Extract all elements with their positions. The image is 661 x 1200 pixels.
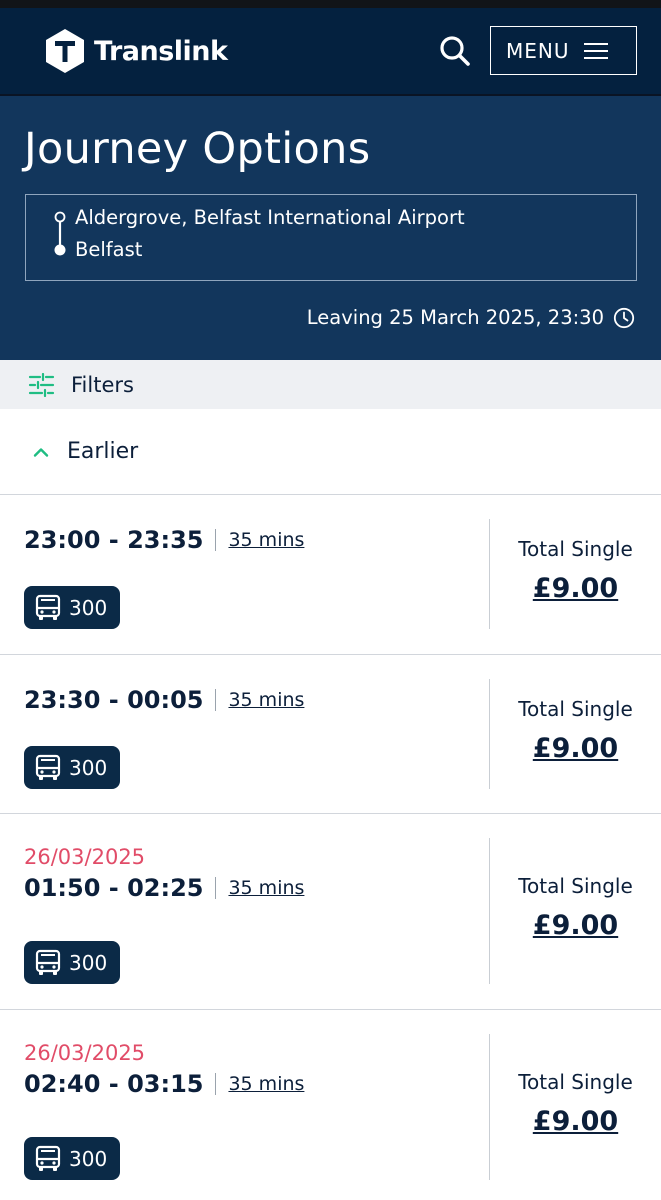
translink-logo-icon xyxy=(46,29,84,73)
hamburger-icon xyxy=(583,42,608,59)
divider xyxy=(215,1073,217,1095)
fare-label: Total Single xyxy=(518,697,633,721)
fare-info: Total Single £9.00 xyxy=(490,874,661,941)
brand-name: Translink xyxy=(94,35,228,67)
journey-duration-link[interactable]: 35 mins xyxy=(228,1073,304,1095)
route-number: 300 xyxy=(69,595,108,620)
route-line-icon xyxy=(54,211,66,256)
sliders-icon xyxy=(28,372,55,397)
search-button[interactable] xyxy=(436,32,474,70)
origin-stop: Aldergrove, Belfast International Airpor… xyxy=(75,206,465,229)
bus-icon xyxy=(35,949,61,975)
fare-label: Total Single xyxy=(518,874,633,898)
menu-button[interactable]: MENU xyxy=(490,26,637,75)
status-strip xyxy=(0,0,661,8)
chevron-up-icon xyxy=(33,447,49,457)
journey-times: 23:30 - 00:05 xyxy=(24,686,204,714)
journey-times: 23:00 - 23:35 xyxy=(24,526,204,554)
fare-info: Total Single £9.00 xyxy=(490,537,661,604)
divider xyxy=(215,689,217,711)
journey-duration-link[interactable]: 35 mins xyxy=(228,877,304,899)
route-number: 300 xyxy=(69,755,108,780)
route-badge: 300 xyxy=(24,586,120,629)
destination-stop: Belfast xyxy=(75,238,143,261)
route-number: 300 xyxy=(69,1146,108,1171)
journey-card[interactable]: 23:00 - 23:35 35 mins 300 Total Single £… xyxy=(0,495,661,655)
journey-card[interactable]: 23:30 - 00:05 35 mins 300 Total Single £… xyxy=(0,655,661,814)
clock-icon xyxy=(613,307,635,328)
fare-info: Total Single £9.00 xyxy=(490,1070,661,1137)
earlier-button[interactable]: Earlier xyxy=(0,409,661,495)
departure-time[interactable]: Leaving 25 March 2025, 23:30 xyxy=(307,306,635,329)
site-header: Translink MENU xyxy=(0,8,661,96)
translink-logo[interactable]: Translink xyxy=(44,28,228,74)
journey-date: 26/03/2025 xyxy=(24,1041,146,1065)
route-badge: 300 xyxy=(24,941,120,984)
fare-info: Total Single £9.00 xyxy=(490,697,661,764)
journey-times: 02:40 - 03:15 xyxy=(24,1070,204,1098)
filters-label: Filters xyxy=(71,372,134,397)
earlier-label: Earlier xyxy=(67,439,139,464)
route-number: 300 xyxy=(69,950,108,975)
fare-price-link[interactable]: £9.00 xyxy=(490,1106,661,1137)
divider xyxy=(215,877,217,899)
bus-icon xyxy=(35,594,61,620)
journey-info: 23:30 - 00:05 35 mins xyxy=(24,684,304,716)
journey-info: 23:00 - 23:35 35 mins xyxy=(24,524,304,556)
menu-label: MENU xyxy=(506,38,570,63)
journey-times: 01:50 - 02:25 xyxy=(24,874,204,902)
divider xyxy=(215,529,217,551)
bus-icon xyxy=(35,754,61,780)
route-badge: 300 xyxy=(24,1137,120,1180)
journey-date: 26/03/2025 xyxy=(24,845,146,869)
bus-icon xyxy=(35,1145,61,1171)
search-icon xyxy=(440,36,470,66)
journey-info: 26/03/2025 01:50 - 02:25 35 mins xyxy=(24,844,304,904)
journey-summary: Journey Options Aldergrove, Belfast Inte… xyxy=(0,96,661,360)
journey-duration-link[interactable]: 35 mins xyxy=(228,689,304,711)
journey-card[interactable]: 26/03/2025 02:40 - 03:15 35 mins 300 Tot… xyxy=(0,1010,661,1200)
page-title: Journey Options xyxy=(24,124,371,174)
journey-info: 26/03/2025 02:40 - 03:15 35 mins xyxy=(24,1040,304,1100)
route-box[interactable]: Aldergrove, Belfast International Airpor… xyxy=(25,194,637,281)
fare-label: Total Single xyxy=(518,537,633,561)
fare-label: Total Single xyxy=(518,1070,633,1094)
departure-time-label: Leaving 25 March 2025, 23:30 xyxy=(306,306,604,329)
journey-duration-link[interactable]: 35 mins xyxy=(228,529,304,551)
filters-bar[interactable]: Filters xyxy=(0,360,661,409)
fare-price-link[interactable]: £9.00 xyxy=(490,573,661,604)
fare-price-link[interactable]: £9.00 xyxy=(490,733,661,764)
route-badge: 300 xyxy=(24,746,120,789)
journey-card[interactable]: 26/03/2025 01:50 - 02:25 35 mins 300 Tot… xyxy=(0,814,661,1010)
fare-price-link[interactable]: £9.00 xyxy=(490,910,661,941)
